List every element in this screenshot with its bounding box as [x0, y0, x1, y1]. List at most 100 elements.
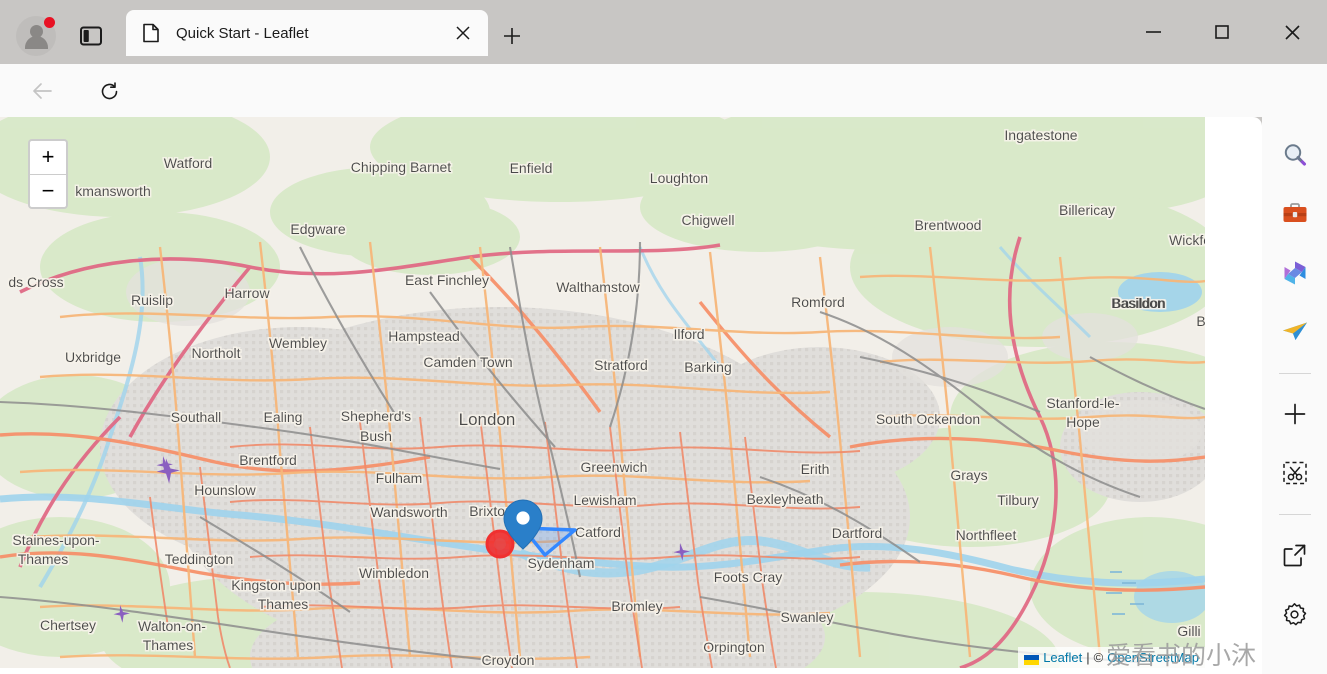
- browser-tab-active[interactable]: Quick Start - Leaflet: [126, 10, 488, 56]
- search-icon[interactable]: [1275, 135, 1315, 175]
- new-tab-button[interactable]: [498, 22, 526, 50]
- divider-1: [1278, 373, 1311, 374]
- map-place-label: Brixton: [469, 503, 513, 519]
- map-place-label: Thames: [258, 596, 309, 612]
- map-place-label: Fulham: [376, 470, 423, 486]
- map-place-label: Romford: [791, 294, 845, 310]
- screenshot-snip-icon[interactable]: [1275, 453, 1315, 493]
- profile-avatar-icon[interactable]: [16, 16, 56, 56]
- map-place-label: Chertsey: [40, 617, 96, 633]
- minimize-button[interactable]: [1130, 14, 1176, 50]
- map-place-label: Bromley: [611, 598, 662, 614]
- map-place-label: Swanley: [781, 609, 834, 625]
- map-place-label: Camden Town: [423, 354, 512, 370]
- map-place-label: B: [1196, 313, 1205, 329]
- map-place-label: Teddington: [165, 551, 234, 567]
- map-place-label: Brentford: [239, 452, 297, 468]
- map-place-label: Orpington: [703, 639, 764, 655]
- close-button[interactable]: [1269, 14, 1315, 50]
- copyright-symbol: ©: [1093, 650, 1104, 665]
- map-place-label: Ruislip: [131, 292, 173, 308]
- open-in-new-window-icon[interactable]: [1275, 535, 1315, 575]
- zoom-out-button[interactable]: −: [30, 175, 66, 208]
- map-place-label: Southall: [171, 409, 222, 425]
- map-place-label: Hounslow: [194, 482, 256, 498]
- map-place-label: Tilbury: [997, 492, 1039, 508]
- tools-briefcase-icon[interactable]: [1275, 194, 1315, 234]
- map-place-label: Northolt: [191, 345, 240, 361]
- map-place-label: Walton-on-: [138, 618, 206, 634]
- map-place-label: Wimbledon: [359, 565, 429, 581]
- map-place-label: Watford: [164, 155, 213, 171]
- map-place-label: Stanford-le-: [1046, 395, 1119, 411]
- tab-close-button[interactable]: [452, 22, 474, 44]
- map-place-label: Thames: [143, 637, 194, 653]
- map-place-label: Foots Cray: [714, 569, 782, 585]
- map-place-label: Uxbridge: [65, 349, 121, 365]
- map-place-label: Grays: [950, 467, 987, 483]
- map-place-label: Bush: [360, 428, 392, 444]
- map-place-label: Northfleet: [956, 527, 1017, 543]
- map-place-label: Edgware: [290, 221, 345, 237]
- map-place-label: Wickfo: [1169, 232, 1205, 248]
- map-place-label: Staines-upon-: [12, 532, 100, 548]
- leaflet-map[interactable]: M2 IngatestoneBillericayBrentwoodWickfoB…: [0, 117, 1205, 668]
- tab-strip: Quick Start - Leaflet: [0, 0, 1327, 64]
- map-place-label: Barking: [684, 359, 731, 375]
- browser-toolbar: 文件 C:/Users/tomcat/Desktop/test/test.htm…: [0, 64, 1327, 174]
- map-place-label: South Ockendon: [876, 411, 980, 427]
- maximize-button[interactable]: [1199, 14, 1245, 50]
- map-place-label: Enfield: [510, 160, 553, 176]
- leaflet-link[interactable]: Leaflet: [1043, 650, 1082, 665]
- map-place-label: kmansworth: [75, 183, 150, 199]
- microsoft365-icon[interactable]: [1275, 253, 1315, 293]
- reload-icon[interactable]: [92, 74, 126, 108]
- map-place-label: Stratford: [594, 357, 648, 373]
- edge-browser-window: Quick Start - Leaflet Ingatestone Biller…: [0, 0, 1327, 674]
- map-zoom-control: + −: [28, 139, 68, 209]
- map-place-label: Wandsworth: [370, 504, 447, 520]
- map-place-label: ds Cross: [8, 274, 63, 290]
- map-place-label: Chipping Barnet: [351, 159, 452, 175]
- zoom-in-button[interactable]: +: [30, 141, 66, 175]
- map-place-label: Catford: [575, 524, 621, 540]
- map-place-label: Chigwell: [682, 212, 735, 228]
- tab-actions-icon[interactable]: [76, 22, 106, 50]
- map-place-label: Hope: [1066, 414, 1100, 430]
- map-place-label: Loughton: [650, 170, 708, 186]
- map-place-label: Sydenham: [528, 555, 595, 571]
- map-place-label: Greenwich: [581, 459, 648, 475]
- profile-notification-dot: [44, 17, 55, 28]
- add-sidebar-app-icon[interactable]: [1275, 394, 1315, 434]
- sidebar-settings-gear-icon[interactable]: [1275, 594, 1315, 634]
- attribution-separator: |: [1086, 650, 1090, 665]
- map-place-label: Harrow: [224, 285, 270, 301]
- map-place-label: Thames: [18, 551, 69, 567]
- back-arrow-icon[interactable]: [25, 74, 59, 108]
- map-attribution: Leaflet | © OpenStreetMap: [1018, 647, 1205, 668]
- map-place-label: Billericay: [1059, 202, 1115, 218]
- outlook-send-icon[interactable]: [1275, 312, 1315, 352]
- ukraine-flag-icon: [1024, 653, 1040, 665]
- file-document-icon: [142, 23, 160, 43]
- openstreetmap-link[interactable]: OpenStreetMap: [1107, 650, 1199, 665]
- avatar-body: [24, 36, 48, 49]
- edge-sidebar: [1262, 117, 1327, 674]
- tab-title: Quick Start - Leaflet: [176, 24, 309, 42]
- map-place-label: Walthamstow: [556, 279, 640, 295]
- map-place-label: Bexleyheath: [746, 491, 823, 507]
- map-place-label: Kingston upon: [231, 577, 321, 593]
- map-place-label: Basildon: [1112, 295, 1166, 311]
- map-place-label: Hampstead: [388, 328, 460, 344]
- map-place-label: Ingatestone: [1004, 127, 1077, 143]
- map-place-label: London: [459, 410, 516, 429]
- map-place-label: Brentwood: [915, 217, 982, 233]
- map-place-label: Ilford: [673, 326, 704, 342]
- map-place-label: Wembley: [269, 335, 327, 351]
- map-tiles: M2 IngatestoneBillericayBrentwoodWickfoB…: [0, 117, 1205, 668]
- map-place-label: Croydon: [482, 652, 535, 668]
- map-place-label: Lewisham: [573, 492, 636, 508]
- map-place-label: Shepherd's: [341, 408, 411, 424]
- page-content: M2 IngatestoneBillericayBrentwoodWickfoB…: [0, 117, 1262, 674]
- map-place-label: Ealing: [264, 409, 303, 425]
